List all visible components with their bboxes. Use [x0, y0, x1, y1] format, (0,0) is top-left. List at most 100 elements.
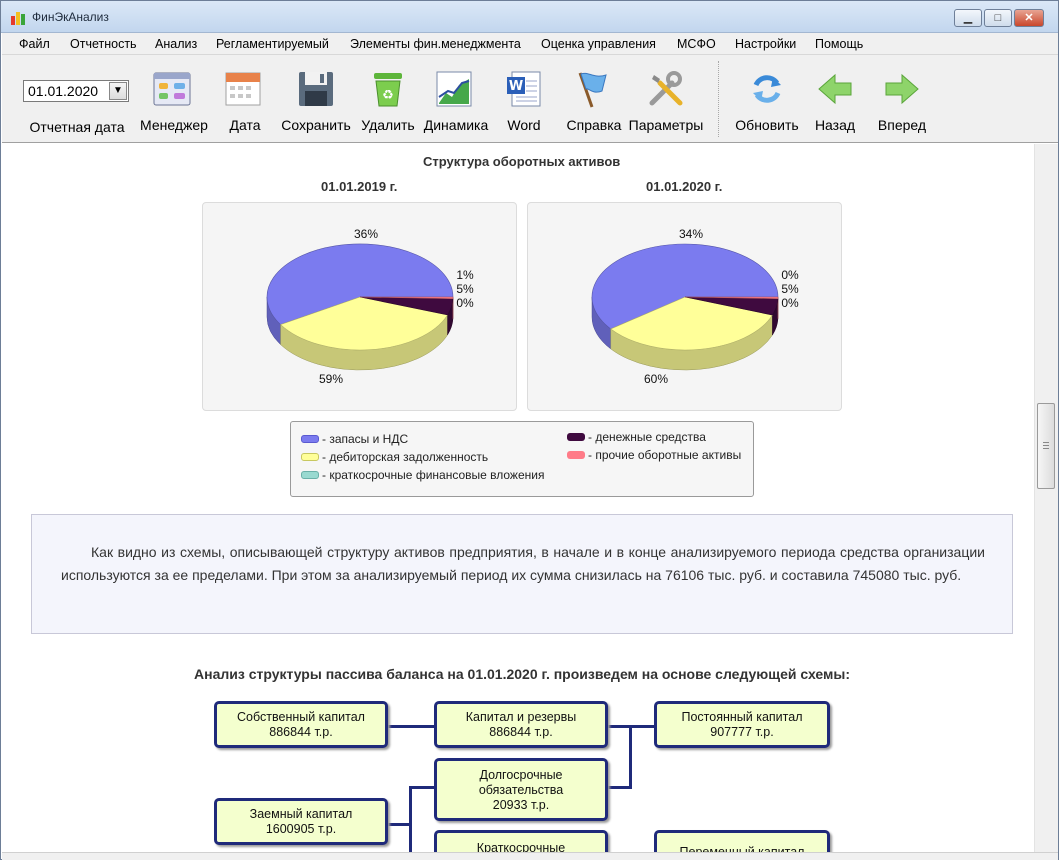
node-permanent-capital: Постоянный капитал 907777 т.р.	[654, 701, 830, 748]
menu-management-assessment[interactable]: Оценка управления	[541, 37, 656, 51]
pie-slice-label: 5%	[781, 282, 799, 296]
back-button[interactable]: Назад	[806, 63, 864, 139]
vertical-scrollbar[interactable]	[1034, 144, 1058, 852]
pie-slice-label: 5%	[456, 282, 474, 296]
help-button[interactable]: Справка	[562, 63, 626, 139]
word-icon: W	[507, 71, 541, 107]
pie-slice-label: 34%	[679, 227, 703, 241]
connector-line	[606, 786, 632, 789]
legend-label: - дебиторская задолженность	[322, 450, 489, 464]
connector-line	[386, 725, 436, 728]
tools-icon	[649, 71, 683, 106]
chart-legend: - запасы и НДС - дебиторская задолженнос…	[290, 421, 754, 497]
analysis-text-box: Как видно из схемы, описывающей структур…	[31, 514, 1013, 634]
forward-button[interactable]: Вперед	[868, 63, 936, 139]
report-date-label: Отчетная дата	[29, 119, 125, 135]
legend-item-other-assets: - прочие оборотные активы	[567, 448, 741, 462]
date-button[interactable]: Дата	[216, 63, 274, 139]
back-label: Назад	[814, 117, 856, 133]
chart-title-2020: 01.01.2020 г.	[646, 179, 723, 194]
pie-slice-label: 60%	[644, 372, 668, 386]
legend-item-short-investments: - краткосрочные финансовые вложения	[301, 468, 544, 482]
node-capital-reserves: Капитал и резервы 886844 т.р.	[434, 701, 608, 748]
title-bar[interactable]: ФинЭкАнализ ▁ □ ✕	[1, 1, 1058, 33]
node-variable-capital: Переменный капитал	[654, 830, 830, 852]
minimize-button[interactable]: ▁	[954, 9, 982, 27]
connector-line	[409, 786, 412, 852]
legend-label: - прочие оборотные активы	[588, 448, 742, 462]
dynamics-label: Динамика	[423, 117, 489, 133]
delete-button[interactable]: ♻ Удалить	[356, 63, 420, 139]
menu-regulated[interactable]: Регламентируемый	[216, 37, 329, 51]
window-title: ФинЭкАнализ	[32, 10, 109, 24]
menu-bar: Файл Отчетность Анализ Регламентируемый …	[2, 33, 1058, 55]
node-long-term-liabilities: Долгосрочные обязательства 20933 т.р.	[434, 758, 608, 821]
toolbar-separator	[718, 61, 719, 137]
menu-file[interactable]: Файл	[19, 37, 50, 51]
connector-line	[409, 786, 436, 789]
manager-icon	[153, 72, 191, 106]
refresh-icon	[753, 75, 781, 103]
menu-fin-management[interactable]: Элементы фин.менеджмента	[350, 37, 521, 51]
refresh-label: Обновить	[735, 117, 799, 133]
menu-reports[interactable]: Отчетность	[70, 37, 137, 51]
dynamics-chart-icon	[436, 71, 472, 107]
refresh-button[interactable]: Обновить	[730, 63, 804, 139]
menu-help[interactable]: Помощь	[815, 37, 863, 51]
close-button[interactable]: ✕	[1014, 9, 1044, 27]
manager-button[interactable]: Менеджер	[136, 63, 212, 139]
svg-text:W: W	[509, 79, 523, 94]
report-date-label-group: Отчетная дата	[18, 63, 136, 139]
legend-swatch	[301, 453, 319, 461]
help-label: Справка	[566, 117, 622, 133]
legend-label: - запасы и НДС	[322, 432, 409, 446]
pie-chart-2019-svg: 59% 36% 5%0% 1%	[266, 227, 474, 386]
chart-title-2019: 01.01.2019 г.	[321, 179, 398, 194]
help-flag-icon	[578, 72, 607, 108]
recycle-bin-icon: ♻	[374, 73, 402, 107]
grip-line	[1043, 448, 1049, 449]
legend-swatch	[567, 433, 585, 441]
grip-line	[1043, 442, 1049, 443]
grip-line	[1043, 445, 1049, 446]
legend-item-receivables: - дебиторская задолженность	[301, 450, 488, 464]
save-icon	[299, 72, 333, 106]
parameters-button[interactable]: Параметры	[626, 63, 706, 139]
word-label: Word	[507, 117, 541, 133]
app-logo-icon	[11, 12, 25, 25]
pie-slice-label: 1%	[456, 268, 474, 282]
pie-slice-label: 59%	[319, 372, 343, 386]
menu-settings[interactable]: Настройки	[735, 37, 796, 51]
legend-swatch	[567, 451, 585, 459]
date-label: Дата	[229, 117, 261, 133]
pie-slice-label: 0%	[781, 268, 799, 282]
legend-swatch	[301, 435, 319, 443]
arrow-left-icon	[818, 73, 852, 105]
arrow-right-icon	[885, 73, 919, 105]
legend-item-inventory: - запасы и НДС	[301, 432, 408, 446]
svg-text:♻: ♻	[382, 88, 394, 103]
dynamics-button[interactable]: Динамика	[422, 63, 490, 139]
status-bar	[2, 852, 1058, 860]
legend-item-cash: - денежные средства	[567, 430, 706, 444]
node-equity: Собственный капитал 886844 т.р.	[214, 701, 388, 748]
word-button[interactable]: W Word	[498, 63, 550, 139]
toolbar: 01.01.2020 ▼ Отчетная дата Менеджер Дата…	[2, 55, 1058, 143]
pie-slice-label: 36%	[354, 227, 378, 241]
liabilities-scheme-title: Анализ структуры пассива баланса на 01.0…	[194, 666, 850, 682]
connector-line	[629, 725, 632, 789]
scrollbar-thumb[interactable]	[1037, 403, 1055, 489]
menu-analysis[interactable]: Анализ	[155, 37, 197, 51]
pie-slice-label: 0%	[781, 296, 799, 310]
node-borrowed-capital: Заемный капитал 1600905 т.р.	[214, 798, 388, 845]
analysis-text: Как видно из схемы, описывающей структур…	[61, 544, 985, 583]
calendar-icon	[225, 72, 261, 106]
save-label: Сохранить	[281, 117, 351, 133]
pie-chart-2020: 60% 34% 5% 0% 0%	[527, 202, 842, 411]
menu-ifrs[interactable]: МСФО	[677, 37, 716, 51]
app-window: ФинЭкАнализ ▁ □ ✕ Файл Отчетность Анализ…	[0, 0, 1059, 860]
pie-slice-label: 0%	[456, 296, 474, 310]
delete-label: Удалить	[361, 117, 415, 133]
maximize-button[interactable]: □	[984, 9, 1012, 27]
save-button[interactable]: Сохранить	[278, 63, 354, 139]
